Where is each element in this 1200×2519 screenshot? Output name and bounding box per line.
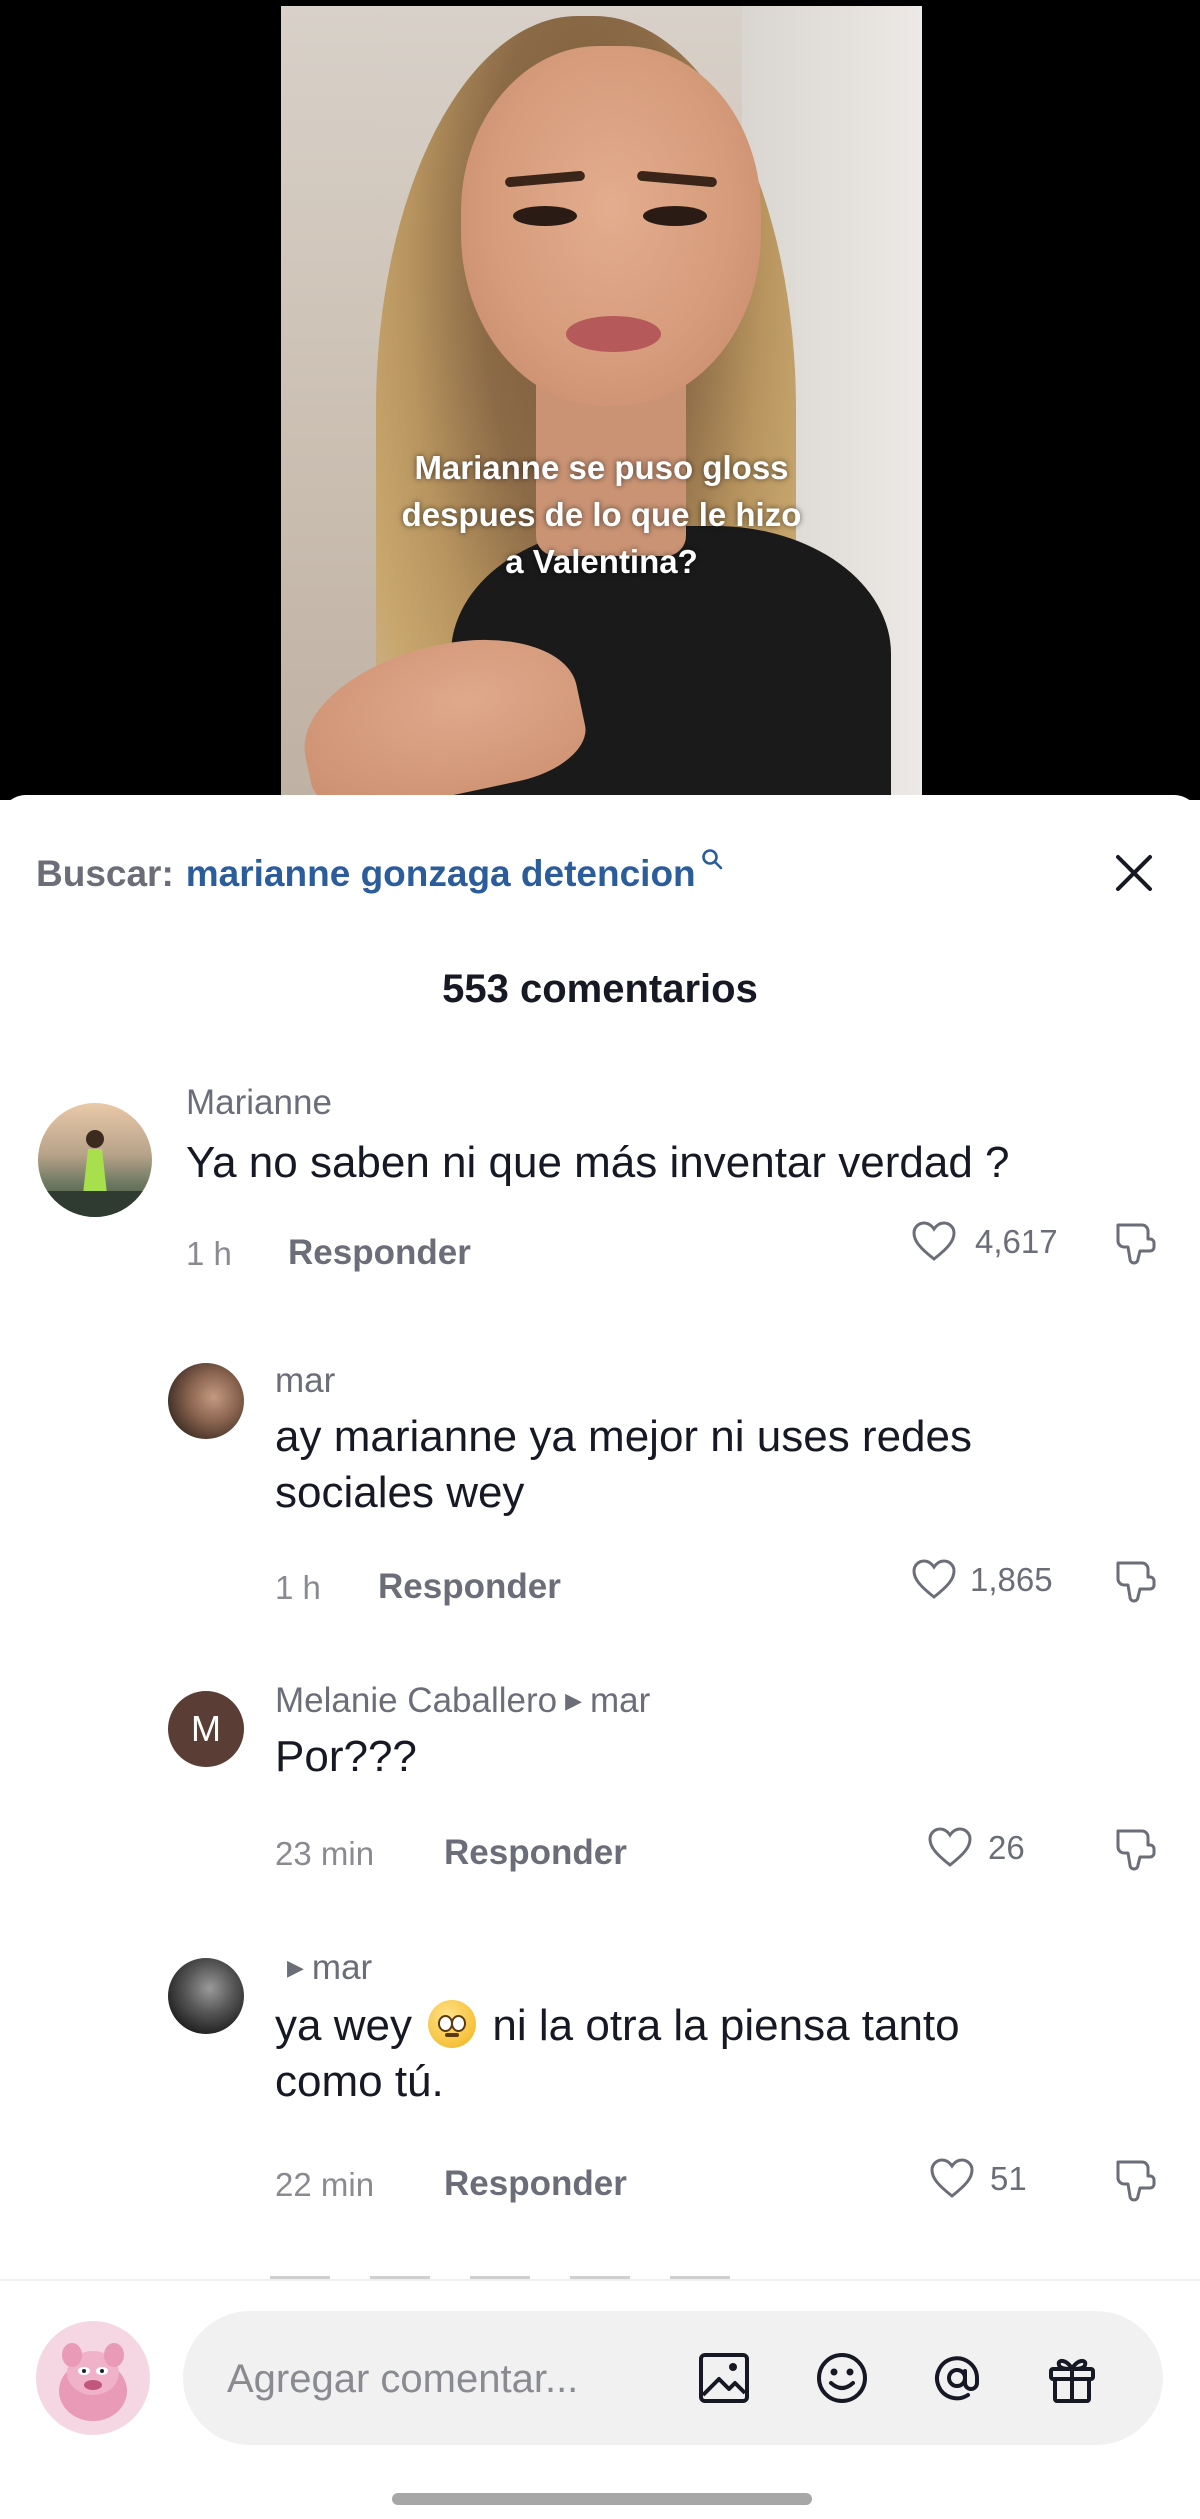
heart-icon[interactable] bbox=[910, 1557, 958, 1601]
avatar-letter[interactable]: M bbox=[168, 1691, 244, 1767]
pink-panther-avatar-icon bbox=[59, 2343, 127, 2421]
comment-reply-item: ▶ mar ya wey ni la otra la piensa tanto c… bbox=[0, 1948, 1200, 2203]
comment-input[interactable] bbox=[227, 2349, 657, 2409]
comment-username[interactable]: mar bbox=[275, 1361, 335, 1401]
avatar-figure-icon bbox=[38, 1130, 152, 1217]
comment-username[interactable]: Marianne bbox=[186, 1083, 332, 1123]
dislike-icon[interactable] bbox=[1110, 1823, 1158, 1871]
video-frame[interactable]: Marianne se puso gloss despues de lo que… bbox=[281, 6, 922, 796]
comment-text: Por??? bbox=[275, 1732, 417, 1781]
dislike-icon[interactable] bbox=[1110, 2154, 1158, 2202]
brow-left bbox=[504, 170, 586, 188]
reply-button[interactable]: Responder bbox=[378, 1567, 561, 1607]
reply-button[interactable]: Responder bbox=[444, 2164, 627, 2204]
search-prefix: Buscar: bbox=[36, 853, 174, 894]
like-count: 51 bbox=[990, 2160, 1027, 2197]
emoji-mouth bbox=[445, 2033, 460, 2037]
comment-text: Ya no saben ni que más inventar verdad ? bbox=[186, 1138, 1010, 1187]
comment-time: 1 h bbox=[186, 1235, 232, 1272]
comment-item: Marianne Ya no saben ni que más inventar… bbox=[0, 1083, 1200, 1272]
lips bbox=[566, 316, 661, 352]
heart-icon[interactable] bbox=[928, 2156, 976, 2200]
caption-line: Marianne se puso gloss bbox=[414, 449, 789, 486]
home-indicator[interactable] bbox=[392, 2493, 812, 2505]
rolling-eyes-emoji-icon bbox=[428, 2000, 477, 2048]
like-count: 26 bbox=[988, 1829, 1025, 1866]
username-text[interactable]: Melanie Caballero bbox=[275, 1681, 557, 1720]
caption-line: a Valentina? bbox=[505, 543, 698, 580]
reply-arrow-icon: ▶ bbox=[287, 1955, 304, 1980]
reply-arrow-icon: ▶ bbox=[565, 1688, 583, 1713]
comment-username[interactable]: Melanie Caballero ▶ mar bbox=[275, 1681, 650, 1721]
comment-text: ya wey ni la otra la piensa tanto bbox=[275, 1998, 960, 2054]
gift-icon[interactable] bbox=[1039, 2345, 1105, 2411]
video-caption: Marianne se puso gloss despues de lo que… bbox=[281, 444, 922, 585]
eye-right bbox=[643, 206, 707, 226]
comments-sheet: Buscar: marianne gonzaga detencion 553 c… bbox=[0, 795, 1200, 2519]
reply-to-username[interactable]: mar bbox=[312, 1948, 372, 1987]
comment-text-part: ni la otra la piensa tanto bbox=[492, 2001, 960, 2050]
mention-icon[interactable] bbox=[924, 2345, 990, 2411]
reply-to-username[interactable]: mar bbox=[590, 1681, 650, 1720]
avatar[interactable] bbox=[168, 1958, 244, 2034]
like-count: 1,865 bbox=[970, 1561, 1053, 1598]
image-icon[interactable] bbox=[691, 2345, 757, 2411]
search-icon[interactable] bbox=[700, 847, 724, 871]
comment-reply-item: mar ay marianne ya mejor ni uses redes s… bbox=[0, 1361, 1200, 1606]
comment-text: sociales wey bbox=[275, 1468, 525, 1517]
search-term-link[interactable]: marianne gonzaga detencion bbox=[186, 853, 696, 895]
comment-text: ay marianne ya mejor ni uses redes bbox=[275, 1412, 972, 1461]
dislike-icon[interactable] bbox=[1110, 1217, 1158, 1265]
video-person-face bbox=[461, 46, 761, 406]
video-player[interactable]: Marianne se puso gloss despues de lo que… bbox=[0, 0, 1200, 800]
avatar[interactable] bbox=[168, 1363, 244, 1439]
composer-divider bbox=[0, 2279, 1200, 2281]
comment-time: 22 min bbox=[275, 2166, 375, 2203]
comments-count-title: 553 comentarios bbox=[442, 967, 758, 1011]
heart-icon[interactable] bbox=[926, 1825, 974, 1869]
reply-button[interactable]: Responder bbox=[288, 1233, 471, 1273]
comment-time: 1 h bbox=[275, 1569, 321, 1606]
avatar[interactable] bbox=[38, 1103, 152, 1217]
dislike-icon[interactable] bbox=[1110, 1555, 1158, 1603]
close-icon[interactable] bbox=[1110, 849, 1158, 897]
comment-time: 23 min bbox=[275, 1835, 375, 1872]
caption-line: despues de lo que le hizo bbox=[401, 496, 802, 533]
related-search[interactable]: Buscar: marianne gonzaga detencion bbox=[36, 849, 724, 895]
comment-text-part: ya wey bbox=[275, 2001, 412, 2050]
comment-reply-item: M Melanie Caballero ▶ mar Por??? 23 min Re… bbox=[0, 1681, 1200, 1872]
emoji-icon[interactable] bbox=[809, 2345, 875, 2411]
brow-right bbox=[636, 170, 718, 188]
my-avatar[interactable] bbox=[36, 2321, 150, 2435]
like-count: 4,617 bbox=[975, 1223, 1058, 1260]
comment-composer[interactable] bbox=[183, 2311, 1163, 2445]
eye-left bbox=[513, 206, 577, 226]
comment-text: como tú. bbox=[275, 2057, 444, 2106]
comment-username[interactable]: ▶ mar bbox=[275, 1948, 372, 1988]
heart-icon[interactable] bbox=[910, 1219, 958, 1263]
reply-button[interactable]: Responder bbox=[444, 1833, 627, 1873]
